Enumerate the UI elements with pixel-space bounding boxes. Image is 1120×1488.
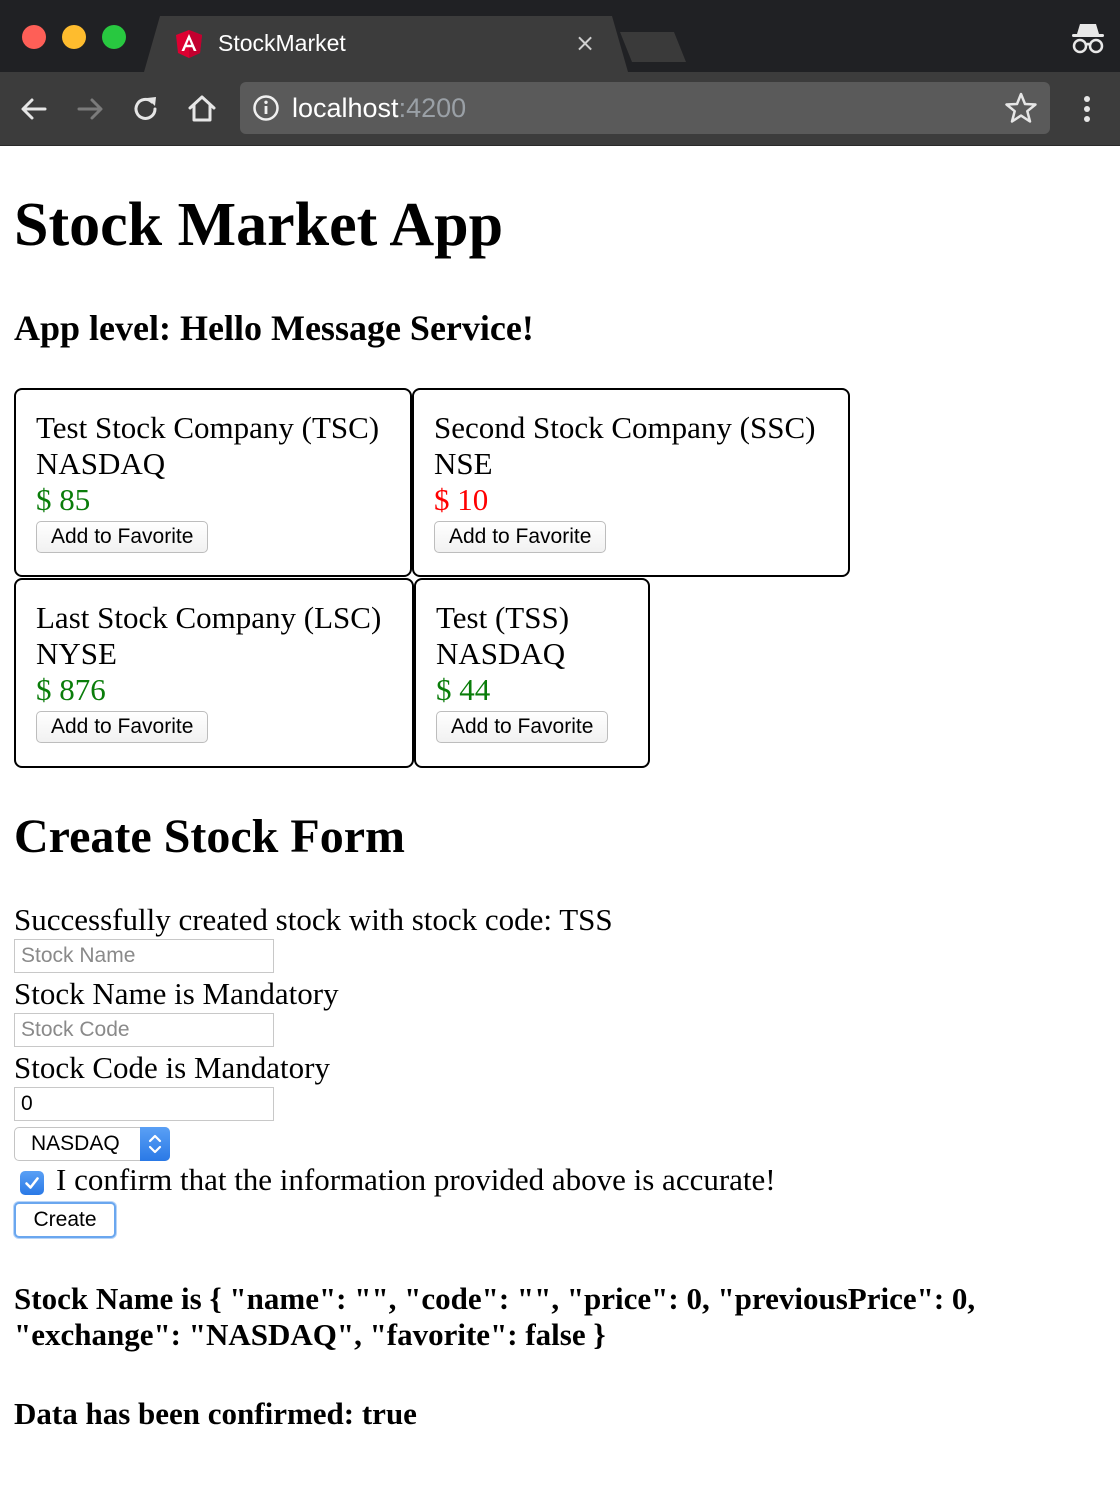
stock-exchange: NSE (434, 446, 493, 481)
app-level-message: App level: Hello Message Service! (14, 308, 534, 348)
stock-name: Test (TSS) (436, 600, 570, 635)
url-port: :4200 (398, 93, 467, 123)
stock-json-output: Stock Name is { "name": "", "code": "", … (14, 1281, 976, 1352)
stock-price: $ 44 (436, 672, 491, 707)
forward-button[interactable] (73, 92, 107, 126)
stock-name: Test Stock Company (TSC) (36, 410, 380, 445)
confirm-checkbox[interactable] (20, 1171, 44, 1195)
stock-price-input[interactable] (14, 1087, 274, 1121)
home-button[interactable] (185, 92, 219, 126)
confirm-label: I confirm that the information provided … (56, 1162, 776, 1197)
add-to-favorite-button[interactable]: Add to Favorite (36, 711, 209, 743)
new-tab-button[interactable] (620, 32, 686, 62)
stock-code-input[interactable] (14, 1013, 274, 1047)
select-arrows[interactable] (140, 1127, 170, 1161)
page-title: Stock Market App (14, 191, 504, 259)
stock-name: Second Stock Company (SSC) (434, 410, 816, 445)
stock-exchange: NASDAQ (36, 446, 166, 481)
stock-price: $ 876 (36, 672, 106, 707)
add-to-favorite-button[interactable]: Add to Favorite (36, 521, 209, 553)
chevron-up-down-icon (148, 1134, 162, 1154)
stock-card: Test (TSS) NASDAQ $ 44 Add to Favorite (414, 578, 650, 768)
checkmark-icon (25, 1177, 39, 1189)
exchange-select-value: NASDAQ (31, 1132, 120, 1155)
tab-close-icon[interactable]: × (572, 30, 598, 56)
maximize-window-button[interactable] (102, 25, 126, 49)
browser-titlebar (0, 0, 1120, 72)
exchange-select[interactable]: NASDAQ (14, 1127, 170, 1161)
minimize-window-button[interactable] (62, 25, 86, 49)
stock-price: $ 10 (434, 482, 489, 517)
stock-name-input[interactable] (14, 939, 274, 973)
form-title: Create Stock Form (14, 810, 405, 863)
back-arrow-icon (21, 98, 47, 120)
back-button[interactable] (17, 92, 51, 126)
stock-name: Last Stock Company (LSC) (36, 600, 382, 635)
info-icon[interactable] (252, 94, 280, 122)
url-text[interactable]: localhost:4200 (292, 92, 466, 124)
forward-arrow-icon (77, 98, 103, 120)
stock-exchange: NASDAQ (436, 636, 566, 671)
confirmation-status: Data has been confirmed: true (14, 1396, 417, 1431)
reload-icon (134, 97, 157, 120)
add-to-favorite-button[interactable]: Add to Favorite (436, 711, 609, 743)
stock-card: Second Stock Company (SSC) NSE $ 10 Add … (412, 388, 850, 577)
stock-card: Test Stock Company (TSC) NASDAQ $ 85 Add… (14, 388, 412, 577)
browser-tab-active[interactable] (144, 16, 628, 72)
stock-code-error: Stock Code is Mandatory (14, 1050, 330, 1085)
stock-name-error: Stock Name is Mandatory (14, 976, 339, 1011)
close-window-button[interactable] (22, 25, 46, 49)
reload-button[interactable] (129, 92, 163, 126)
stock-card: Last Stock Company (LSC) NYSE $ 876 Add … (14, 578, 414, 768)
incognito-icon (1072, 24, 1104, 54)
stock-price: $ 85 (36, 482, 91, 517)
create-button[interactable]: Create (14, 1202, 116, 1238)
stock-exchange: NYSE (36, 636, 117, 671)
menu-kebab-icon[interactable] (1072, 92, 1102, 126)
add-to-favorite-button[interactable]: Add to Favorite (434, 521, 607, 553)
angular-favicon-icon (176, 30, 202, 58)
home-icon (188, 95, 216, 122)
star-icon[interactable] (1004, 91, 1038, 125)
tab-title: StockMarket (218, 30, 346, 56)
success-message: Successfully created stock with stock co… (14, 902, 613, 937)
url-host: localhost (292, 93, 399, 123)
